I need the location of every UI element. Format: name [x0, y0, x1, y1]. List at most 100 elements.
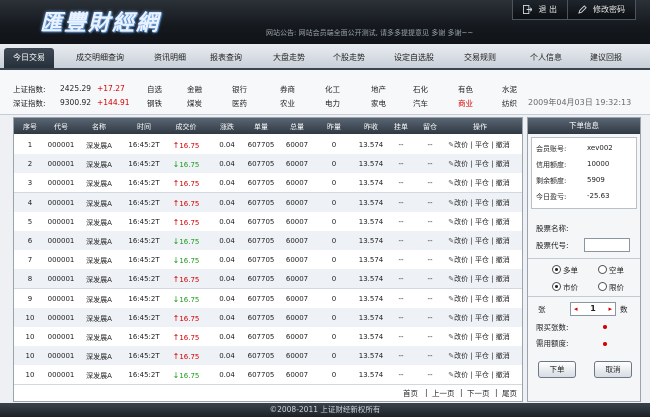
tab-feedback[interactable]: 建议回报 [590, 52, 622, 63]
tab-news[interactable]: 资讯明细 [154, 52, 186, 63]
cancel-order-link[interactable]: 撤消 [496, 275, 510, 283]
page-first-link[interactable]: 首页 [403, 388, 418, 399]
table-row[interactable]: 9 000001 深发展A 16:45:2T ↓16.75 0.04 607705 60007… [14, 288, 522, 309]
table-row[interactable]: 10 000001 深发展A 16:45:2T ↑16.75 0.04 607705 6000… [14, 327, 522, 347]
close-position-link[interactable]: 平仓 [475, 295, 489, 303]
sector-link[interactable]: 商业 [458, 98, 473, 109]
table-row[interactable]: 10 000001 深发展A 16:45:2T ↑16.75 0.04 607705 6000… [14, 346, 522, 367]
tab-trade-detail[interactable]: 成交明细查询 [76, 52, 124, 63]
edit-price-link[interactable]: 改价 [454, 333, 468, 341]
page-last-link[interactable]: 尾页 [502, 388, 517, 399]
market-price-radio[interactable]: 市价 [552, 282, 578, 293]
table-row[interactable]: 8 000001 深发展A 16:45:2T ↑16.75 0.04 607705 60007… [14, 269, 522, 290]
tab-watchlist[interactable]: 设定自选股 [394, 52, 434, 63]
cancel-order-link[interactable]: 撤消 [496, 371, 510, 379]
close-position-link[interactable]: 平仓 [475, 141, 489, 149]
cancel-order-link[interactable]: 撤消 [496, 141, 510, 149]
table-row[interactable]: 10 000001 深发展A 16:45:2T ↑16.75 0.04 607705 6000… [14, 307, 522, 328]
edit-price-link[interactable]: 改价 [454, 199, 468, 207]
edit-price-link[interactable]: 改价 [454, 256, 468, 264]
sector-link[interactable]: 化工 [325, 84, 340, 95]
edit-price-link[interactable]: 改价 [454, 295, 468, 303]
close-position-link[interactable]: 平仓 [475, 352, 489, 360]
table-row[interactable]: 1 000001 深发展A 16:45:2T ↑16.75 0.04 607705 60007… [14, 135, 522, 155]
sector-link[interactable]: 汽车 [413, 98, 428, 109]
sector-link[interactable]: 家电 [371, 98, 386, 109]
page-prev-link[interactable]: 上一页 [432, 388, 455, 399]
close-position-link[interactable]: 平仓 [475, 199, 489, 207]
tab-profile[interactable]: 个人信息 [530, 52, 562, 63]
edit-price-link[interactable]: 改价 [454, 179, 468, 187]
close-position-link[interactable]: 平仓 [475, 237, 489, 245]
cancel-order-link[interactable]: 撤消 [496, 199, 510, 207]
table-row[interactable]: 2 000001 深发展A 16:45:2T ↓16.75 0.04 607705 60007… [14, 154, 522, 175]
edit-price-link[interactable]: 改价 [454, 218, 468, 226]
sector-link[interactable]: 农业 [280, 98, 295, 109]
cancel-order-link[interactable]: 撤消 [496, 256, 510, 264]
cancel-order-link[interactable]: 撤消 [496, 295, 510, 303]
table-row[interactable]: 6 000001 深发展A 16:45:2T ↓16.75 0.04 607705 60007… [14, 231, 522, 251]
logout-button[interactable]: 退 出 [513, 0, 567, 19]
cell-total: 60007 [285, 141, 309, 149]
tab-market-trend[interactable]: 大盘走势 [273, 52, 305, 63]
edit-price-link[interactable]: 改价 [454, 371, 468, 379]
sell-short-radio[interactable]: 空单 [598, 265, 624, 276]
close-position-link[interactable]: 平仓 [475, 179, 489, 187]
edit-price-link[interactable]: 改价 [454, 160, 468, 168]
sector-link[interactable]: 有色 [458, 84, 473, 95]
close-position-link[interactable]: 平仓 [475, 256, 489, 264]
cancel-order-link[interactable]: 撤消 [496, 179, 510, 187]
close-position-link[interactable]: 平仓 [475, 218, 489, 226]
tab-trade-rules[interactable]: 交易规则 [464, 52, 496, 63]
limit-price-radio[interactable]: 限价 [598, 282, 624, 293]
cancel-order-button[interactable]: 取消 [594, 361, 632, 378]
cancel-order-link[interactable]: 撤消 [496, 160, 510, 168]
edit-price-link[interactable]: 改价 [454, 314, 468, 322]
change-password-button[interactable]: 修改密码 [567, 0, 635, 19]
close-position-link[interactable]: 平仓 [475, 371, 489, 379]
tab-stock-trend[interactable]: 个股走势 [333, 52, 365, 63]
close-position-link[interactable]: 平仓 [475, 314, 489, 322]
cancel-order-link[interactable]: 撤消 [496, 333, 510, 341]
sector-link[interactable]: 石化 [413, 84, 428, 95]
table-row[interactable]: 10 000001 深发展A 16:45:2T ↓16.75 0.04 607705 6000… [14, 365, 522, 386]
sector-link[interactable]: 煤炭 [187, 98, 202, 109]
table-row[interactable]: 3 000001 深发展A 16:45:2T ↑16.75 0.04 607705 60007… [14, 173, 522, 194]
table-row[interactable]: 5 000001 深发展A 16:45:2T ↑16.75 0.04 607705 60007… [14, 211, 522, 232]
cancel-order-link[interactable]: 撤消 [496, 218, 510, 226]
site-logo[interactable]: 匯豐財經網 [40, 5, 160, 37]
stock-code-input[interactable] [584, 238, 630, 252]
table-row[interactable]: 4 000001 深发展A 16:45:2T ↑16.75 0.04 607705 60007… [14, 192, 522, 213]
sector-link[interactable]: 水泥 [502, 84, 517, 95]
close-position-link[interactable]: 平仓 [475, 160, 489, 168]
sector-link[interactable]: 券商 [280, 84, 295, 95]
cell-no: 10 [25, 313, 35, 322]
cancel-order-link[interactable]: 撤消 [496, 314, 510, 322]
sector-link[interactable]: 银行 [232, 84, 247, 95]
edit-price-link[interactable]: 改价 [454, 275, 468, 283]
close-position-link[interactable]: 平仓 [475, 333, 489, 341]
quantity-stepper[interactable]: ◂ 1 ▸ [570, 302, 616, 316]
buy-long-radio[interactable]: 多单 [552, 265, 578, 276]
sector-link[interactable]: 钢铁 [147, 98, 162, 109]
submit-order-button[interactable]: 下单 [538, 361, 576, 378]
quantity-down-icon[interactable]: ◂ [574, 303, 578, 315]
cancel-order-link[interactable]: 撤消 [496, 237, 510, 245]
close-position-link[interactable]: 平仓 [475, 275, 489, 283]
edit-price-link[interactable]: 改价 [454, 352, 468, 360]
sector-link[interactable]: 电力 [325, 98, 340, 109]
sector-link[interactable]: 地产 [371, 84, 386, 95]
sector-link[interactable]: 医药 [232, 98, 247, 109]
sector-link[interactable]: 自选 [147, 84, 162, 95]
table-row[interactable]: 7 000001 深发展A 16:45:2T ↓16.75 0.04 607705 60007… [14, 250, 522, 271]
page-next-link[interactable]: 下一页 [467, 388, 490, 399]
tab-reports[interactable]: 报表查询 [210, 52, 242, 63]
quantity-up-icon[interactable]: ▸ [608, 303, 612, 315]
cancel-order-link[interactable]: 撤消 [496, 352, 510, 360]
sector-link[interactable]: 金融 [187, 84, 202, 95]
edit-price-link[interactable]: 改价 [454, 237, 468, 245]
sector-link[interactable]: 纺织 [502, 98, 517, 109]
action-divider: | [468, 179, 475, 188]
edit-price-link[interactable]: 改价 [454, 141, 468, 149]
tab-today-trade[interactable]: 今日交易 [4, 48, 54, 68]
